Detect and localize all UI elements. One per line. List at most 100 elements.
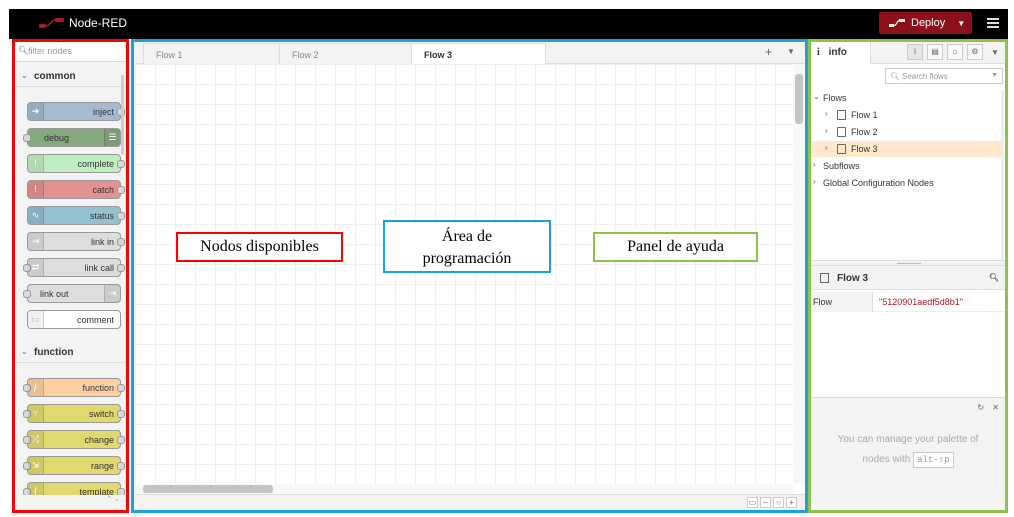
tree-item-global-config[interactable]: › Global Configuration Nodes <box>811 175 1001 191</box>
tree-item-flow-2[interactable]: › Flow 2 <box>811 124 1001 140</box>
palette-scrollbar[interactable] <box>121 75 124 155</box>
palette-node-status[interactable]: ∿ status <box>27 206 125 225</box>
workspace: Flow 1 Flow 2 Flow 3 + ▼ ▭ − ○ + <box>135 40 805 510</box>
list-icon: ☰ <box>104 129 120 146</box>
zoom-out-icon[interactable]: − <box>760 497 771 508</box>
annotation-nodos-disponibles: Nodos disponibles <box>176 232 343 262</box>
detail-title: Flow 3 <box>837 273 869 284</box>
menu-hamburger-icon[interactable] <box>985 15 1001 31</box>
zoom-in-icon[interactable]: + <box>786 497 797 508</box>
flow-canvas[interactable] <box>135 64 793 484</box>
chevron-down-icon: ⌄ <box>21 347 28 356</box>
shortcut-key: alt-⇧p <box>913 452 954 468</box>
annotation-text: Panel de ayuda <box>627 238 724 255</box>
tree-label: Flow 3 <box>851 144 878 154</box>
palette-node-link-out[interactable]: link out ⇥ <box>23 284 121 303</box>
tab-flow-3[interactable]: Flow 3 <box>411 43 546 65</box>
workspace-footer: ▭ − ○ + <box>135 494 805 510</box>
tree-label: Flows <box>823 93 847 103</box>
palette-node-link-in[interactable]: ⇥ link in <box>27 232 125 251</box>
info-icon[interactable]: i <box>907 44 923 60</box>
splitter-grip[interactable] <box>897 263 921 264</box>
app-logo: Node-RED <box>39 16 127 30</box>
tab-flow-2[interactable]: Flow 2 <box>279 43 415 64</box>
chevron-down-icon[interactable]: ▼ <box>991 72 998 79</box>
palette-node-inject[interactable]: ➜ inject <box>27 102 125 121</box>
tree-item-flows[interactable]: ⌄ Flows <box>811 90 1001 106</box>
input-port <box>23 134 31 142</box>
property-key: Flow <box>811 292 873 312</box>
input-port <box>23 290 31 298</box>
palette-search-placeholder: filter nodes <box>28 46 73 56</box>
link-icon: ⇥ <box>28 233 44 250</box>
flows-search-input[interactable]: 🔍︎ Search flows ▼ <box>885 68 1003 84</box>
tip-line-2: nodes with alt-⇧p <box>821 450 995 470</box>
annotation-area-de-programacion: Área de programación <box>383 220 551 273</box>
output-port <box>117 238 125 246</box>
horizontal-scroll-thumb[interactable] <box>143 485 273 493</box>
tree-scrollbar[interactable] <box>1001 90 1004 260</box>
palette-node-complete[interactable]: ! complete <box>27 154 125 173</box>
tree-item-flow-3[interactable]: › Flow 3 <box>811 141 1001 157</box>
palette-node-range[interactable]: ⇲ range <box>23 456 125 475</box>
zoom-controls: ▭ − ○ + <box>747 497 797 508</box>
palette-node-change[interactable]: ⤮ change <box>23 430 125 449</box>
chevron-right-icon: › <box>825 126 828 135</box>
chevron-right-icon: › <box>813 177 816 186</box>
deploy-button[interactable]: Deploy ▼ <box>879 12 972 34</box>
category-function-header[interactable]: ⌄ function <box>14 341 126 363</box>
category-common-header[interactable]: ⌄ common <box>14 65 126 87</box>
gear-icon[interactable]: ⚙ <box>967 44 983 60</box>
output-port <box>117 384 125 392</box>
node-label: change <box>84 435 114 445</box>
node-label: link in <box>90 237 114 247</box>
palette-search-input[interactable]: 🔍︎ filter nodes <box>14 40 126 62</box>
palette-node-switch[interactable]: ⑂ switch <box>23 404 125 423</box>
screenshot-frame: Node-RED Deploy ▼ 🔍︎ filter nodes ⌄ comm… <box>0 0 1014 517</box>
flow-icon <box>837 127 846 137</box>
tip-panel: ↻ ✕ You can manage your palette of nodes… <box>811 397 1005 510</box>
palette-node-link-call[interactable]: ⇄ link call <box>23 258 125 277</box>
zoom-reset-icon[interactable]: ○ <box>773 497 784 508</box>
chevron-down-icon: ⌄ <box>813 92 820 101</box>
tree-label: Subflows <box>823 161 860 171</box>
output-port <box>117 160 125 168</box>
detail-header: Flow 3 🔍︎ <box>811 266 1005 290</box>
output-port <box>117 410 125 418</box>
node-label: catch <box>92 185 114 195</box>
category-label: function <box>34 347 74 358</box>
bug-icon[interactable]: ⌂ <box>947 44 963 60</box>
sidebar-tab-label: info <box>828 47 847 58</box>
book-icon[interactable]: ▤ <box>927 44 943 60</box>
tab-flow-1[interactable]: Flow 1 <box>143 43 283 64</box>
tab-list-menu-icon[interactable]: ▼ <box>787 47 795 56</box>
navigator-icon[interactable]: ▭ <box>747 497 758 508</box>
output-port <box>117 212 125 220</box>
exclamation-icon: ! <box>28 155 44 172</box>
sidebar-menu-caret-icon[interactable]: ▼ <box>991 48 999 57</box>
close-icon[interactable]: ✕ <box>992 403 999 412</box>
vertical-scroll-thumb[interactable] <box>795 74 803 124</box>
deploy-caret-icon[interactable]: ▼ <box>957 19 965 28</box>
add-tab-icon[interactable]: + <box>765 45 772 59</box>
tree-item-flow-1[interactable]: › Flow 1 <box>811 107 1001 123</box>
sidebar-tab-info[interactable]: i info <box>811 40 871 64</box>
collapse-icon[interactable]: ⌃ ⌄ <box>106 496 120 503</box>
palette-node-comment[interactable]: ▭ comment <box>27 310 121 329</box>
deploy-icon <box>889 19 905 27</box>
tree-item-subflows[interactable]: › Subflows <box>811 158 1001 174</box>
tree-label: Global Configuration Nodes <box>823 178 934 188</box>
tip-controls: ↻ ✕ <box>977 403 999 412</box>
refresh-icon[interactable]: ↻ <box>977 403 984 412</box>
range-icon: ⇲ <box>28 457 44 474</box>
info-sidebar: i info i ▤ ⌂ ⚙ ▼ 🔍︎ Search flows ▼ ⌄ Flo… <box>811 40 1005 510</box>
palette-node-debug[interactable]: debug ☰ <box>23 128 121 147</box>
palette-node-function[interactable]: ƒ function <box>23 378 125 397</box>
canvas-horizontal-scrollbar[interactable] <box>135 484 793 494</box>
canvas-vertical-scrollbar[interactable] <box>793 64 805 484</box>
annotation-text-line2: programación <box>422 250 512 267</box>
output-port <box>117 436 125 444</box>
output-port <box>117 264 125 272</box>
palette-node-catch[interactable]: ! catch <box>27 180 125 199</box>
search-icon[interactable]: 🔍︎ <box>989 273 999 282</box>
